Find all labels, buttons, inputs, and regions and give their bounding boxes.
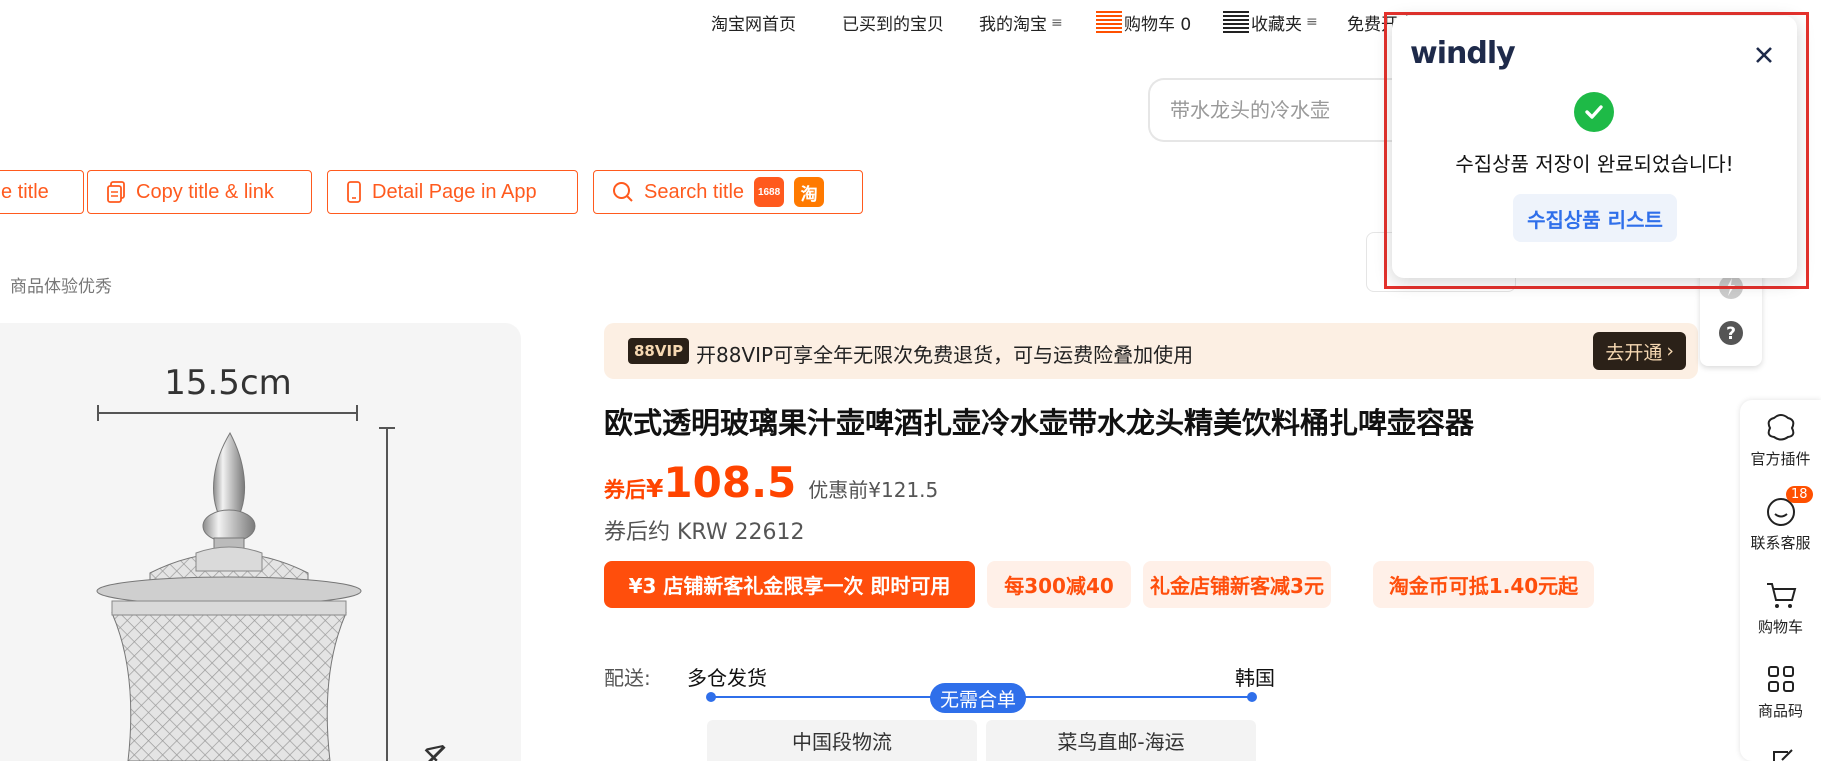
price-krw: 券后约 KRW 22612 xyxy=(604,520,805,545)
close-button[interactable] xyxy=(1749,40,1779,70)
vip-open-button[interactable]: 去开通 › xyxy=(1593,332,1686,370)
rail-cart[interactable]: 购物车 xyxy=(1740,578,1821,637)
product-image[interactable]: 15.5cm 4 xyxy=(0,323,521,761)
close-icon xyxy=(1756,47,1772,63)
copy-title-link-button[interactable]: Copy title & link xyxy=(87,170,312,214)
vip-badge: 88VIP xyxy=(628,338,690,364)
detail-page-app-button[interactable]: Detail Page in App xyxy=(327,170,578,214)
price-before-discount: 优惠前¥121.5 xyxy=(808,478,939,502)
icon-taobao[interactable]: 淘 xyxy=(794,177,825,207)
route-start-dot xyxy=(706,692,716,702)
translate-title-label: e title xyxy=(1,180,49,203)
vip-banner: 88VIP 开88VIP可享全年无限次免费退货，可与运费险叠加使用 去开通 › xyxy=(604,323,1698,379)
edit-icon xyxy=(1772,749,1793,761)
vip-text: 开88VIP可享全年无限次免费退货，可与运费险叠加使用 xyxy=(696,343,1194,367)
coupon-gift-3[interactable]: 礼金店铺新客减3元 xyxy=(1143,561,1331,608)
cart-icon xyxy=(1096,5,1122,39)
nav-favorites-label: 收藏夹 xyxy=(1251,14,1302,35)
shipping-option-china[interactable]: 中国段物流 xyxy=(707,720,977,761)
copy-title-link-label: Copy title & link xyxy=(136,180,274,203)
icon-1688[interactable]: 1688 xyxy=(754,177,785,207)
phone-icon xyxy=(347,181,361,203)
price-row: 券后 ¥ 108.5 优惠前¥121.5 xyxy=(604,458,938,507)
success-message: 수집상품 저장이 완료되었습니다! xyxy=(1455,152,1734,176)
collected-list-button[interactable]: 수집상품 리스트 xyxy=(1513,194,1677,242)
rail-customer-service-label: 联系客服 xyxy=(1750,534,1811,552)
service-badge: 18 xyxy=(1786,486,1813,503)
menu-icon: ≡ xyxy=(1306,14,1318,30)
search-box xyxy=(1148,78,1408,142)
shop-rating-text: 商品体验优秀 xyxy=(10,277,112,297)
product-title: 欧式透明玻璃果汁壶啤酒扎壶冷水壶带水龙头精美饮料桶扎啤壶容器 xyxy=(604,406,1475,440)
search-icon xyxy=(613,182,633,202)
width-dimension-label: 15.5cm xyxy=(164,363,292,403)
nav-favorites[interactable]: 收藏夹 ≡ xyxy=(1223,5,1318,39)
coupon-taojinbi[interactable]: 淘金币可抵1.40元起 xyxy=(1373,561,1594,608)
menu-icon: ≡ xyxy=(1051,14,1063,31)
success-check-icon xyxy=(1574,92,1614,132)
nav-my-taobao-label: 我的淘宝 xyxy=(979,15,1047,35)
price-prefix: 券后 xyxy=(604,478,646,502)
copy-icon xyxy=(107,181,125,203)
search-title-button[interactable]: Search title 1688 淘 xyxy=(593,170,863,214)
detail-page-app-label: Detail Page in App xyxy=(372,180,537,203)
nav-bought[interactable]: 已买到的宝贝 xyxy=(842,10,944,35)
nav-home[interactable]: 淘宝网首页 xyxy=(711,10,796,35)
nav-my-taobao[interactable]: 我的淘宝 ≡ xyxy=(979,10,1063,36)
nav-cart-label: 购物车 0 xyxy=(1124,14,1192,35)
nav-cart[interactable]: 购物车 0 xyxy=(1096,5,1191,39)
search-title-label: Search title xyxy=(644,180,745,203)
route-end-dot xyxy=(1247,692,1257,702)
vip-open-label: 去开通 xyxy=(1605,341,1663,364)
right-rail: 官方插件 18 联系客服 购物车 商品码 xyxy=(1740,400,1821,761)
price-currency: ¥ xyxy=(646,474,664,503)
shipping-label: 配送: xyxy=(604,666,651,690)
shipping-from: 多仓发货 xyxy=(687,666,767,690)
jug-image: 15.5cm 4 xyxy=(96,363,453,761)
plugin-icon xyxy=(1767,414,1794,441)
chevron-right-icon: › xyxy=(1666,340,1674,362)
no-merge-pill: 无需合单 xyxy=(930,683,1027,713)
price-value: 108.5 xyxy=(663,458,797,507)
rail-cart-label: 购物车 xyxy=(1757,618,1803,636)
cart-icon xyxy=(1766,583,1796,608)
rail-official-plugin[interactable]: 官方插件 xyxy=(1740,410,1821,469)
favorites-icon xyxy=(1223,5,1249,39)
rail-feedback[interactable] xyxy=(1740,744,1821,761)
help-icon[interactable]: ? xyxy=(1718,320,1744,346)
nav-home-label: 淘宝网首页 xyxy=(711,15,796,35)
rail-qrcode-label: 商品码 xyxy=(1757,702,1803,720)
windly-logo: windly xyxy=(1410,36,1516,71)
coupon-new-customer[interactable]: ¥3 店铺新客礼金限享一次 即时可用 xyxy=(604,561,975,608)
rail-customer-service[interactable]: 18 联系客服 xyxy=(1740,486,1821,553)
search-input[interactable] xyxy=(1150,80,1400,140)
rail-official-plugin-label: 官方插件 xyxy=(1750,450,1811,468)
shipping-to: 韩国 xyxy=(1235,666,1275,690)
svg-text:?: ? xyxy=(1726,324,1736,344)
windly-popup: windly 수집상품 저장이 완료되었습니다! 수집상품 리스트 xyxy=(1392,16,1797,278)
height-dimension-label: 4 xyxy=(414,734,452,761)
rail-qrcode[interactable]: 商品码 xyxy=(1740,662,1821,721)
shipping-option-cainiao[interactable]: 菜鸟直邮-海运 xyxy=(986,720,1256,761)
nav-bought-label: 已买到的宝贝 xyxy=(842,15,944,35)
translate-title-button[interactable]: e title xyxy=(0,170,84,214)
coupon-300-minus-40[interactable]: 每300减40 xyxy=(987,561,1131,608)
qrcode-icon xyxy=(1767,666,1794,692)
